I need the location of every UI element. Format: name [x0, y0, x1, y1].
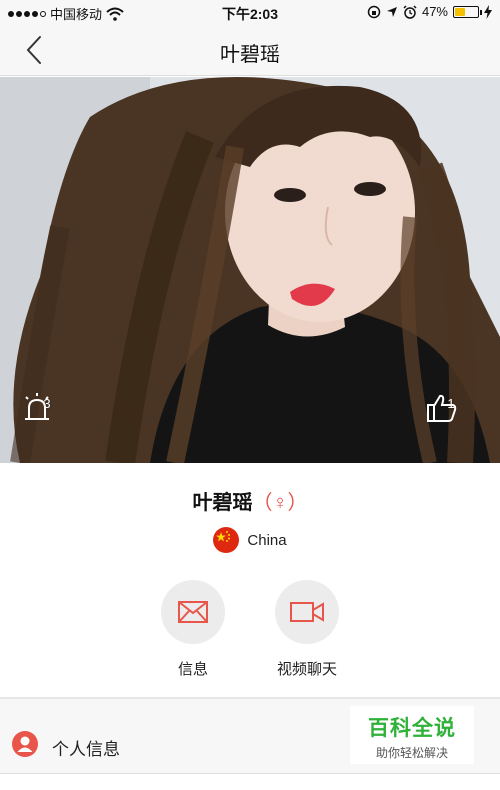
charging-icon: [484, 4, 492, 19]
watermark-subtitle: 助你轻松解决: [375, 746, 448, 760]
country-info: China: [0, 527, 500, 553]
personal-info-title: 个人信息: [52, 740, 120, 759]
video-chat-button-circle: [275, 580, 339, 644]
message-button-label: 信息: [177, 661, 208, 678]
video-camera-icon: [290, 602, 324, 622]
portrait-illustration: [0, 77, 500, 463]
user-name: 叶碧瑶: [192, 492, 253, 514]
page-title: 叶碧瑶: [220, 44, 280, 66]
thumbs-up-icon: [427, 394, 457, 422]
location-icon: [386, 6, 397, 17]
orientation-lock-icon: [367, 5, 381, 18]
video-chat-button-label: 视频聊天: [276, 661, 337, 678]
battery-fill: [455, 7, 466, 16]
status-bar: 中国移动 下午2:03 47%: [0, 0, 500, 24]
battery-percentage: 47%: [421, 4, 448, 19]
like-button[interactable]: 1: [426, 392, 476, 422]
watermark-title: 百科全说: [368, 717, 456, 740]
profile-photo[interactable]: 3 1: [0, 77, 500, 463]
china-flag-icon: [213, 527, 240, 553]
message-button[interactable]: 信息: [148, 580, 238, 679]
envelope-icon: [178, 601, 208, 623]
alarm-light-icon: [25, 393, 49, 420]
navigation-bar: 叶碧瑶: [0, 24, 500, 76]
country-name: China: [247, 531, 287, 549]
gender-indicator: （♀）: [252, 492, 308, 514]
bottom-divider: [0, 773, 500, 774]
video-chat-button[interactable]: 视频聊天: [262, 580, 352, 679]
battery-icon: [453, 5, 482, 18]
status-right: 47%: [367, 4, 492, 19]
message-button-circle: [161, 580, 225, 644]
person-icon: [12, 731, 38, 757]
alarm-icon: [403, 4, 417, 19]
profile-name: 叶碧瑶（♀）: [0, 486, 500, 515]
report-button[interactable]: 3: [22, 392, 72, 420]
watermark-logo: 百科全说 助你轻松解决: [350, 706, 474, 764]
